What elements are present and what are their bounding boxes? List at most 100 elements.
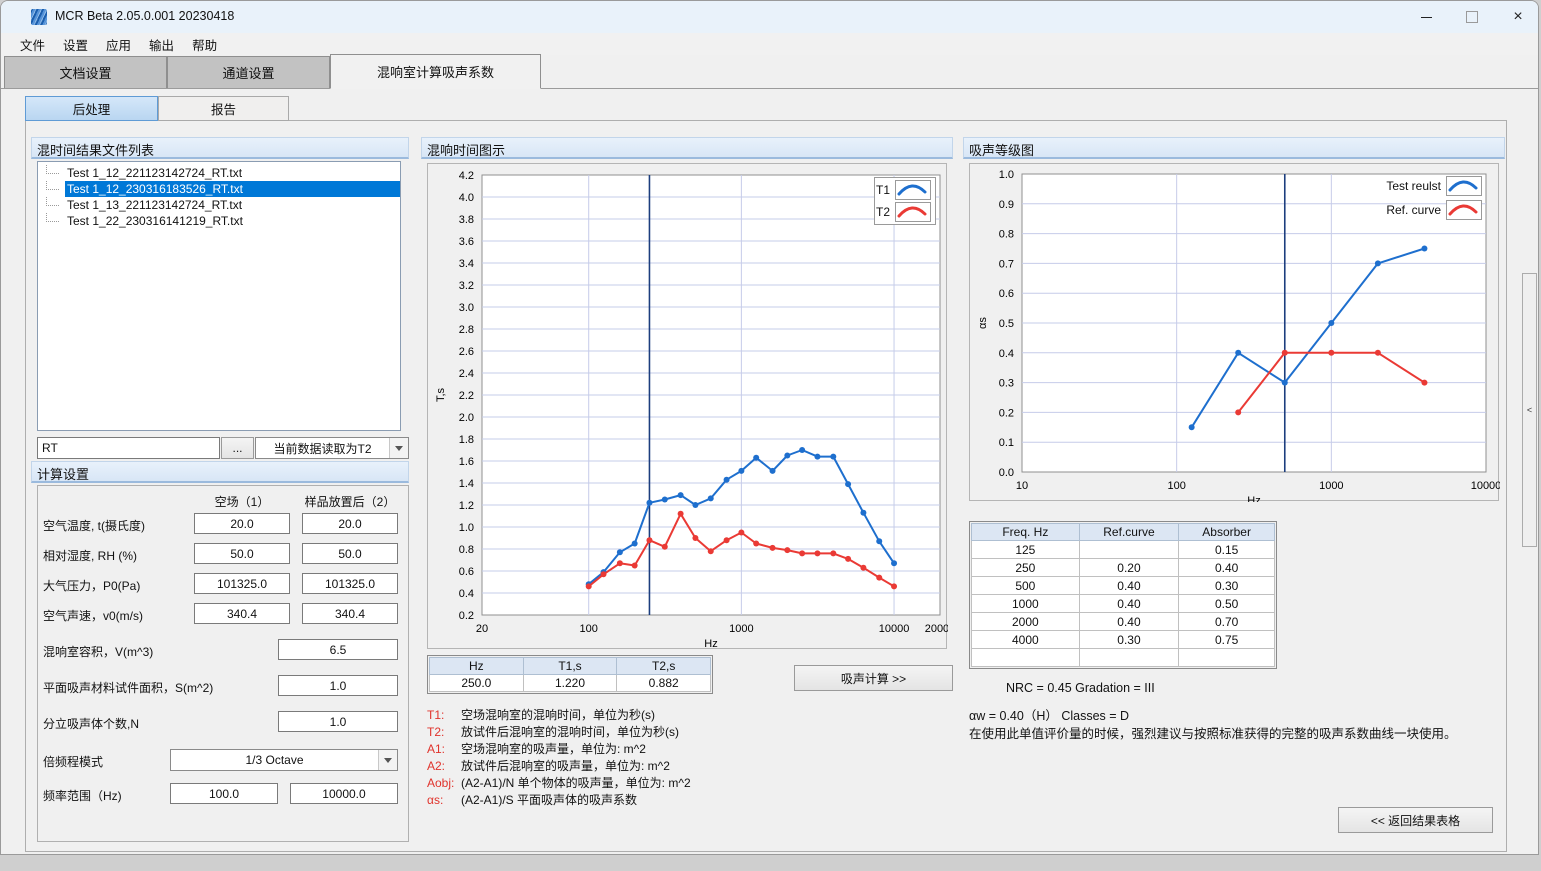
note-text: 放试件后混响室的混响时间，单位为秒(s) bbox=[461, 725, 679, 739]
absorption-table-cell: 0.40 bbox=[1179, 559, 1275, 577]
close-button[interactable]: × bbox=[1495, 1, 1539, 33]
svg-text:1.0: 1.0 bbox=[459, 522, 474, 534]
calc-single-input[interactable]: 1.0 bbox=[278, 711, 398, 732]
svg-text:0.4: 0.4 bbox=[999, 348, 1014, 360]
chevron-down-icon[interactable] bbox=[389, 438, 408, 458]
absorption-table[interactable]: Freq. HzRef.curveAbsorber1250.152500.200… bbox=[971, 523, 1275, 667]
nrc-result-text: NRC = 0.45 Gradation = III bbox=[1006, 681, 1155, 695]
data-read-dropdown[interactable]: 当前数据读取为T2 bbox=[255, 437, 409, 459]
absorption-calc-button[interactable]: 吸声计算 >> bbox=[794, 665, 953, 691]
legend-label: Ref. curve bbox=[1386, 203, 1441, 217]
rt-name-input[interactable]: RT bbox=[37, 437, 220, 459]
svg-text:2.6: 2.6 bbox=[459, 346, 474, 358]
table-row[interactable]: 10000.400.50 bbox=[972, 595, 1275, 613]
t2-curve-icon bbox=[895, 202, 931, 222]
svg-text:0.1: 0.1 bbox=[999, 437, 1014, 449]
menu-bar: 文件设置应用输出帮助 bbox=[1, 33, 1538, 55]
file-list-item[interactable]: Test 1_12_230316183526_RT.txt bbox=[38, 181, 400, 197]
menu-item-1[interactable]: 设置 bbox=[54, 33, 97, 56]
menu-item-4[interactable]: 帮助 bbox=[183, 33, 226, 56]
tab-1[interactable]: 通道设置 bbox=[167, 56, 330, 88]
file-list-item[interactable]: Test 1_12_221123142724_RT.txt bbox=[38, 165, 400, 181]
note-key: Aobj: bbox=[427, 775, 461, 792]
file-list-item[interactable]: Test 1_22_230316141219_RT.txt bbox=[38, 213, 400, 229]
tab-0[interactable]: 文档设置 bbox=[4, 56, 167, 88]
minimize-button[interactable] bbox=[1403, 1, 1449, 33]
subtab-report[interactable]: 报告 bbox=[158, 96, 289, 121]
svg-text:0.8: 0.8 bbox=[459, 544, 474, 556]
cursor-table-cell: 250.0 bbox=[430, 675, 524, 692]
calc-row-input-2[interactable]: 101325.0 bbox=[302, 573, 398, 594]
table-row[interactable]: 40000.300.75 bbox=[972, 631, 1275, 649]
svg-text:1.6: 1.6 bbox=[459, 456, 474, 468]
calc-row-input-1[interactable]: 50.0 bbox=[194, 543, 290, 564]
file-list-item[interactable]: Test 1_13_221123142724_RT.txt bbox=[38, 197, 400, 213]
octave-mode-dropdown[interactable]: 1/3 Octave bbox=[170, 749, 398, 771]
absorption-table-cell: 2000 bbox=[972, 613, 1080, 631]
freq-range-from-input[interactable]: 100.0 bbox=[170, 783, 278, 804]
file-list[interactable]: Test 1_12_221123142724_RT.txtTest 1_12_2… bbox=[37, 161, 401, 431]
calc-single-input[interactable]: 1.0 bbox=[278, 675, 398, 696]
tab-2[interactable]: 混响室计算吸声系数 bbox=[330, 54, 541, 89]
column-header-empty-room: 空场（1） bbox=[194, 493, 290, 510]
absorption-table-cell bbox=[1079, 649, 1179, 667]
svg-text:3.2: 3.2 bbox=[459, 280, 474, 292]
calc-single-input[interactable]: 6.5 bbox=[278, 639, 398, 660]
menu-item-2[interactable]: 应用 bbox=[97, 33, 140, 56]
svg-text:3.6: 3.6 bbox=[459, 236, 474, 248]
table-row[interactable]: 2500.200.40 bbox=[972, 559, 1275, 577]
return-results-button[interactable]: << 返回结果表格 bbox=[1338, 807, 1493, 833]
maximize-button[interactable] bbox=[1449, 1, 1495, 33]
calc-row-input-2[interactable]: 20.0 bbox=[302, 513, 398, 534]
chevron-down-icon[interactable] bbox=[378, 750, 397, 770]
collapse-splitter[interactable]: < bbox=[1522, 273, 1537, 547]
absorption-table-cell bbox=[1179, 649, 1275, 667]
calc-row-input-1[interactable]: 340.4 bbox=[194, 603, 290, 624]
column-header-with-sample: 样品放置后（2） bbox=[295, 493, 405, 510]
menu-item-3[interactable]: 输出 bbox=[140, 33, 183, 56]
note-text: (A2-A1)/S 平面吸声体的吸声系数 bbox=[461, 793, 637, 807]
table-row[interactable]: 5000.400.30 bbox=[972, 577, 1275, 595]
test-result-curve-icon bbox=[1446, 176, 1482, 196]
tab-strip: 文档设置通道设置混响室计算吸声系数 bbox=[1, 57, 1538, 89]
browse-button[interactable]: ... bbox=[221, 437, 254, 459]
table-row[interactable]: 1250.15 bbox=[972, 541, 1275, 559]
svg-text:0.2: 0.2 bbox=[459, 610, 474, 622]
svg-text:0.6: 0.6 bbox=[459, 566, 474, 578]
legend-label: T2 bbox=[876, 205, 890, 219]
table-row[interactable] bbox=[972, 649, 1275, 667]
svg-text:3.4: 3.4 bbox=[459, 258, 474, 270]
freq-range-to-input[interactable]: 10000.0 bbox=[290, 783, 398, 804]
calc-row-input-2[interactable]: 50.0 bbox=[302, 543, 398, 564]
absorption-table-cell bbox=[972, 649, 1080, 667]
table-row[interactable]: 20000.400.70 bbox=[972, 613, 1275, 631]
svg-text:100: 100 bbox=[580, 623, 598, 635]
grade-chart-area: 0.00.10.20.30.40.50.60.70.80.91.01010010… bbox=[969, 163, 1499, 501]
file-list-header: 混时间结果文件列表 bbox=[31, 137, 409, 159]
menu-item-0[interactable]: 文件 bbox=[11, 33, 54, 56]
calc-row-input-1[interactable]: 101325.0 bbox=[194, 573, 290, 594]
legend-item: T2 bbox=[879, 202, 931, 222]
subtab-report-label: 报告 bbox=[211, 99, 236, 118]
freq-range-label: 频率范围（Hz) bbox=[43, 787, 122, 804]
subtab-postprocess[interactable]: 后处理 bbox=[25, 96, 158, 121]
calc-row-input-1[interactable]: 20.0 bbox=[194, 513, 290, 534]
cursor-table-header: T1,s bbox=[523, 658, 617, 675]
svg-text:10: 10 bbox=[1016, 480, 1028, 492]
cursor-table-header: T2,s bbox=[617, 658, 711, 675]
svg-text:0.8: 0.8 bbox=[999, 229, 1014, 241]
calc-row-label: 大气压力，P0(Pa) bbox=[43, 577, 140, 594]
app-icon bbox=[31, 9, 47, 25]
svg-text:0.2: 0.2 bbox=[999, 407, 1014, 419]
absorption-table-cell: 4000 bbox=[972, 631, 1080, 649]
calc-row-input-2[interactable]: 340.4 bbox=[302, 603, 398, 624]
file-name: Test 1_12_230316183526_RT.txt bbox=[65, 181, 400, 197]
absorption-table-cell: 0.75 bbox=[1179, 631, 1275, 649]
calc-single-label: 分立吸声体个数,N bbox=[43, 715, 139, 732]
note-line: A2:放试件后混响室的吸声量，单位为: m^2 bbox=[427, 758, 691, 775]
absorption-table-cell bbox=[1079, 541, 1179, 559]
note-key: A2: bbox=[427, 758, 461, 775]
calc-row-label: 空气声速，v0(m/s) bbox=[43, 607, 143, 624]
calc-single-label: 平面吸声材料试件面积，S(m^2) bbox=[43, 679, 213, 696]
note-line: Aobj:(A2-A1)/N 单个物体的吸声量，单位为: m^2 bbox=[427, 775, 691, 792]
